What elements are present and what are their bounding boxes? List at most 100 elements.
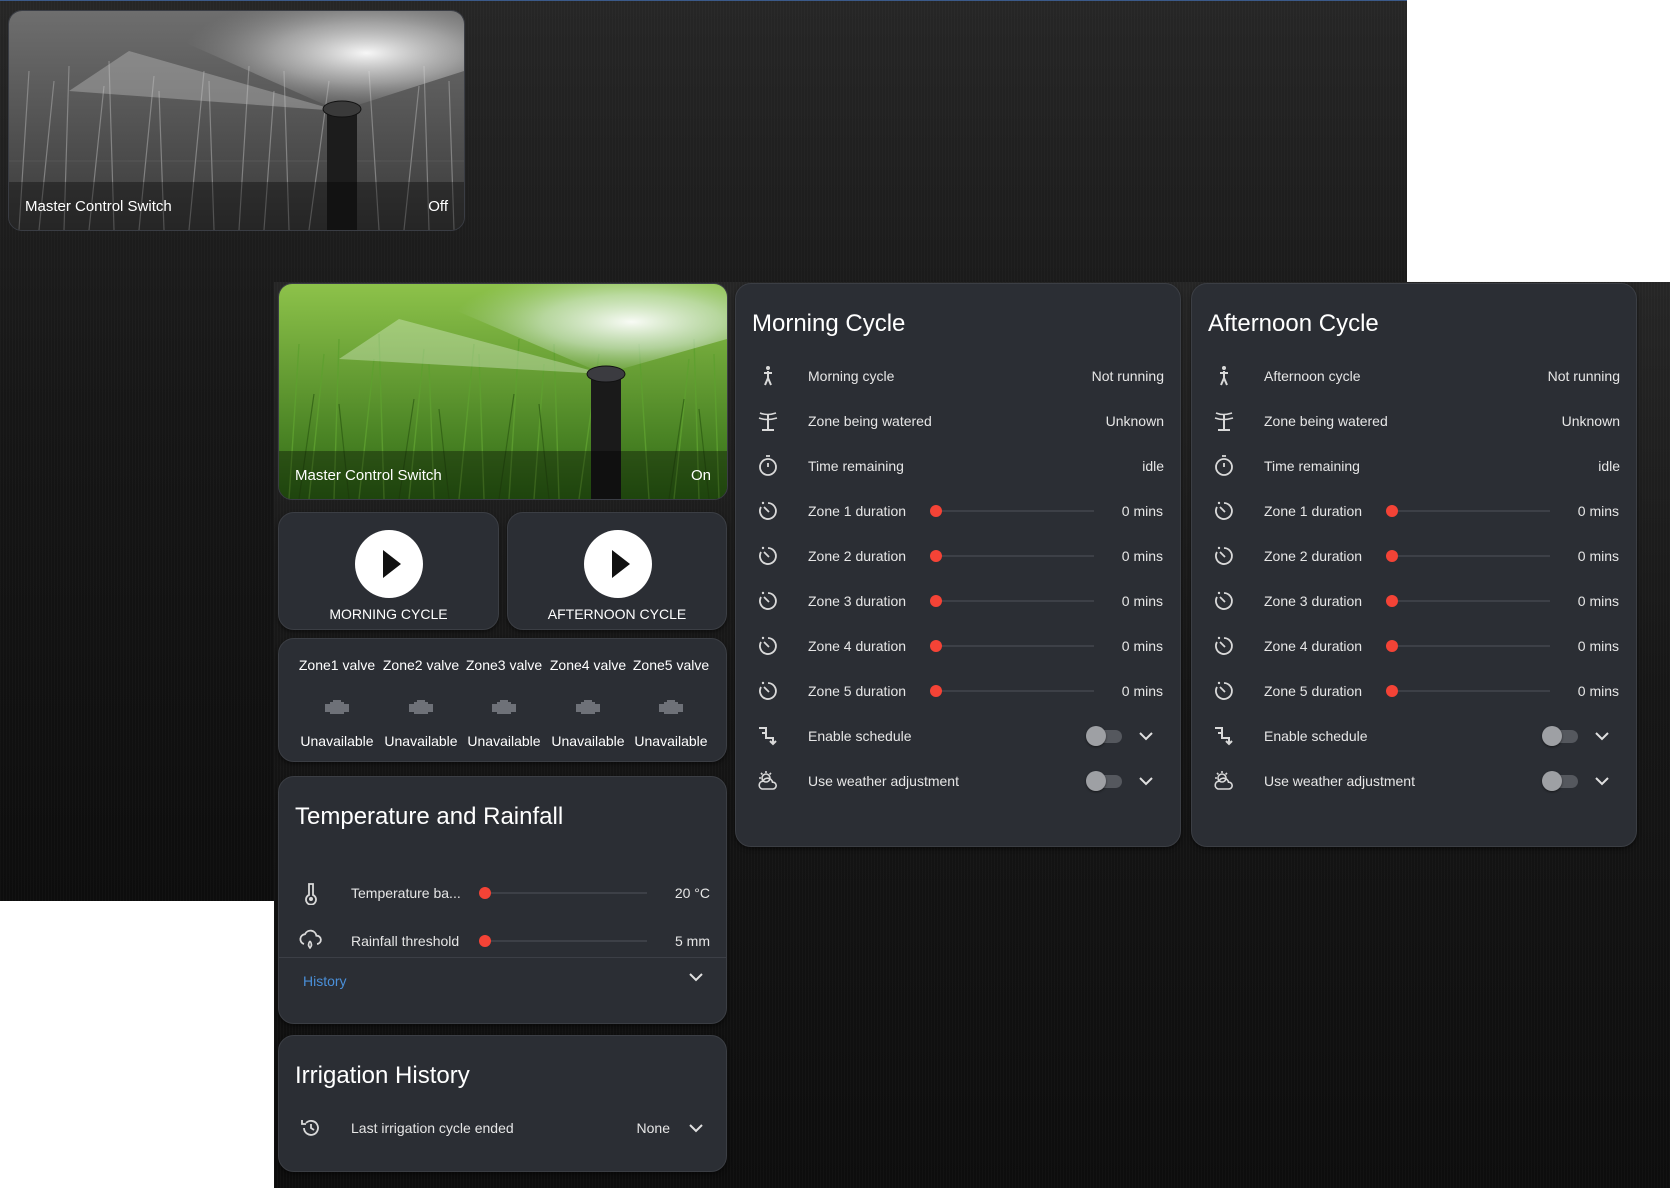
divider [279,957,726,958]
row-value: 5 mm [675,933,710,949]
zone-valve-3[interactable]: Zone3 valve Unavailable [462,657,546,749]
zone-valve-1[interactable]: Zone1 valve Unavailable [295,657,379,749]
slider-thumb[interactable] [479,887,491,899]
afternoon-cycle-button[interactable]: AFTERNOON CYCLE [507,512,727,630]
temperature-slider[interactable] [479,882,647,904]
chevron-down-icon[interactable] [1590,724,1614,748]
duration-slider[interactable] [1386,500,1550,522]
duration-slider[interactable] [930,635,1094,657]
toggle-switch[interactable] [1086,770,1124,792]
timer-duration-icon [1210,677,1238,705]
duration-slider[interactable] [930,545,1094,567]
duration-slider[interactable] [930,680,1094,702]
slider-thumb[interactable] [930,640,942,652]
zone-duration-row[interactable]: Zone 3 duration 0 mins [736,577,1180,625]
slider-thumb[interactable] [1386,595,1398,607]
toggle-row[interactable]: Enable schedule [1192,712,1636,760]
slider-thumb[interactable] [930,550,942,562]
slider-thumb[interactable] [930,685,942,697]
row-label: Last irrigation cycle ended [351,1120,514,1136]
slider-thumb[interactable] [1386,640,1398,652]
timer-duration-icon [1210,542,1238,570]
valve-icon [379,687,463,727]
last-cycle-row[interactable]: Last irrigation cycle ended None [279,1104,726,1152]
row-label: Enable schedule [808,728,912,744]
slider-thumb[interactable] [930,505,942,517]
timer-icon [754,452,782,480]
row-value: 0 mins [1121,683,1163,699]
zone-duration-row[interactable]: Zone 5 duration 0 mins [1192,667,1636,715]
row-label: Use weather adjustment [1264,773,1415,789]
slider-thumb[interactable] [1386,550,1398,562]
weather-partly-cloudy-icon [1210,767,1238,795]
rainfall-slider[interactable] [479,930,647,952]
zone-duration-row[interactable]: Zone 2 duration 0 mins [1192,532,1636,580]
chevron-down-icon[interactable] [684,1116,708,1140]
valve-icon [546,687,630,727]
toggle-switch[interactable] [1086,725,1124,747]
status-row[interactable]: Zone being watered Unknown [1192,397,1636,445]
zone-valve-4[interactable]: Zone4 valve Unavailable [546,657,630,749]
sprinkler-icon [1210,407,1238,435]
zone-duration-row[interactable]: Zone 1 duration 0 mins [1192,487,1636,535]
row-label: Zone 4 duration [808,638,907,654]
zone-duration-row[interactable]: Zone 5 duration 0 mins [736,667,1180,715]
row-label: Zone being watered [808,413,932,429]
slider-thumb[interactable] [479,935,491,947]
status-row[interactable]: Time remaining idle [1192,442,1636,490]
master-control-card-on[interactable]: Master Control Switch On [278,283,728,500]
zone-duration-row[interactable]: Zone 4 duration 0 mins [736,622,1180,670]
timer-duration-icon [754,587,782,615]
zone-duration-row[interactable]: Zone 2 duration 0 mins [736,532,1180,580]
zone-valve-name: Zone4 valve [549,657,627,673]
zone-duration-row[interactable]: Zone 1 duration 0 mins [736,487,1180,535]
duration-slider[interactable] [1386,545,1550,567]
slider-thumb[interactable] [1386,685,1398,697]
chevron-down-icon[interactable] [1134,724,1158,748]
duration-slider[interactable] [1386,590,1550,612]
morning-cycle-card: Morning Cycle Morning cycle Not running Zon… [735,283,1181,847]
status-row[interactable]: Zone being watered Unknown [736,397,1180,445]
row-value: 20 °C [674,885,710,901]
slider-thumb[interactable] [1386,505,1398,517]
irrigation-history-card: Irrigation History Last irrigation cycle… [278,1035,727,1172]
chevron-down-icon[interactable] [1134,769,1158,793]
zone-valve-2[interactable]: Zone2 valve Unavailable [379,657,463,749]
zone-duration-row[interactable]: Zone 3 duration 0 mins [1192,577,1636,625]
temperature-base-row[interactable]: Temperature ba... 20 °C [279,869,726,917]
calendar-clock-icon [754,722,782,750]
toggle-row[interactable]: Use weather adjustment [736,757,1180,805]
valve-icon [462,687,546,727]
row-value: 0 mins [1577,593,1619,609]
row-label: Zone 3 duration [808,593,907,609]
row-value: 0 mins [1121,548,1163,564]
row-label: Time remaining [808,458,904,474]
duration-slider[interactable] [930,500,1094,522]
master-control-card-off[interactable]: Master Control Switch Off [8,10,465,231]
row-label: Zone 4 duration [1264,638,1363,654]
slider-thumb[interactable] [930,595,942,607]
history-link[interactable]: History [303,973,347,989]
duration-slider[interactable] [1386,635,1550,657]
zone-valve-5[interactable]: Zone5 valve Unavailable [629,657,713,749]
chevron-down-icon[interactable] [684,965,708,989]
toggle-row[interactable]: Enable schedule [736,712,1180,760]
morning-cycle-button[interactable]: MORNING CYCLE [278,512,499,630]
duration-slider[interactable] [1386,680,1550,702]
status-row[interactable]: Morning cycle Not running [736,352,1180,400]
card-title: Morning Cycle [752,310,906,337]
toggle-row[interactable]: Use weather adjustment [1192,757,1636,805]
chevron-down-icon[interactable] [1590,769,1614,793]
master-control-state: Off [428,197,448,215]
status-row[interactable]: Afternoon cycle Not running [1192,352,1636,400]
toggle-switch[interactable] [1542,770,1580,792]
zone-duration-row[interactable]: Zone 4 duration 0 mins [1192,622,1636,670]
timer-duration-icon [1210,497,1238,525]
status-row[interactable]: Time remaining idle [736,442,1180,490]
duration-slider[interactable] [930,590,1094,612]
master-control-label: Master Control Switch [295,466,442,484]
row-label: Zone 2 duration [1264,548,1363,564]
person-walking-icon [754,362,782,390]
toggle-switch[interactable] [1542,725,1580,747]
zone-valves-card: Zone1 valve Unavailable Zone2 valve Unav… [278,638,727,762]
